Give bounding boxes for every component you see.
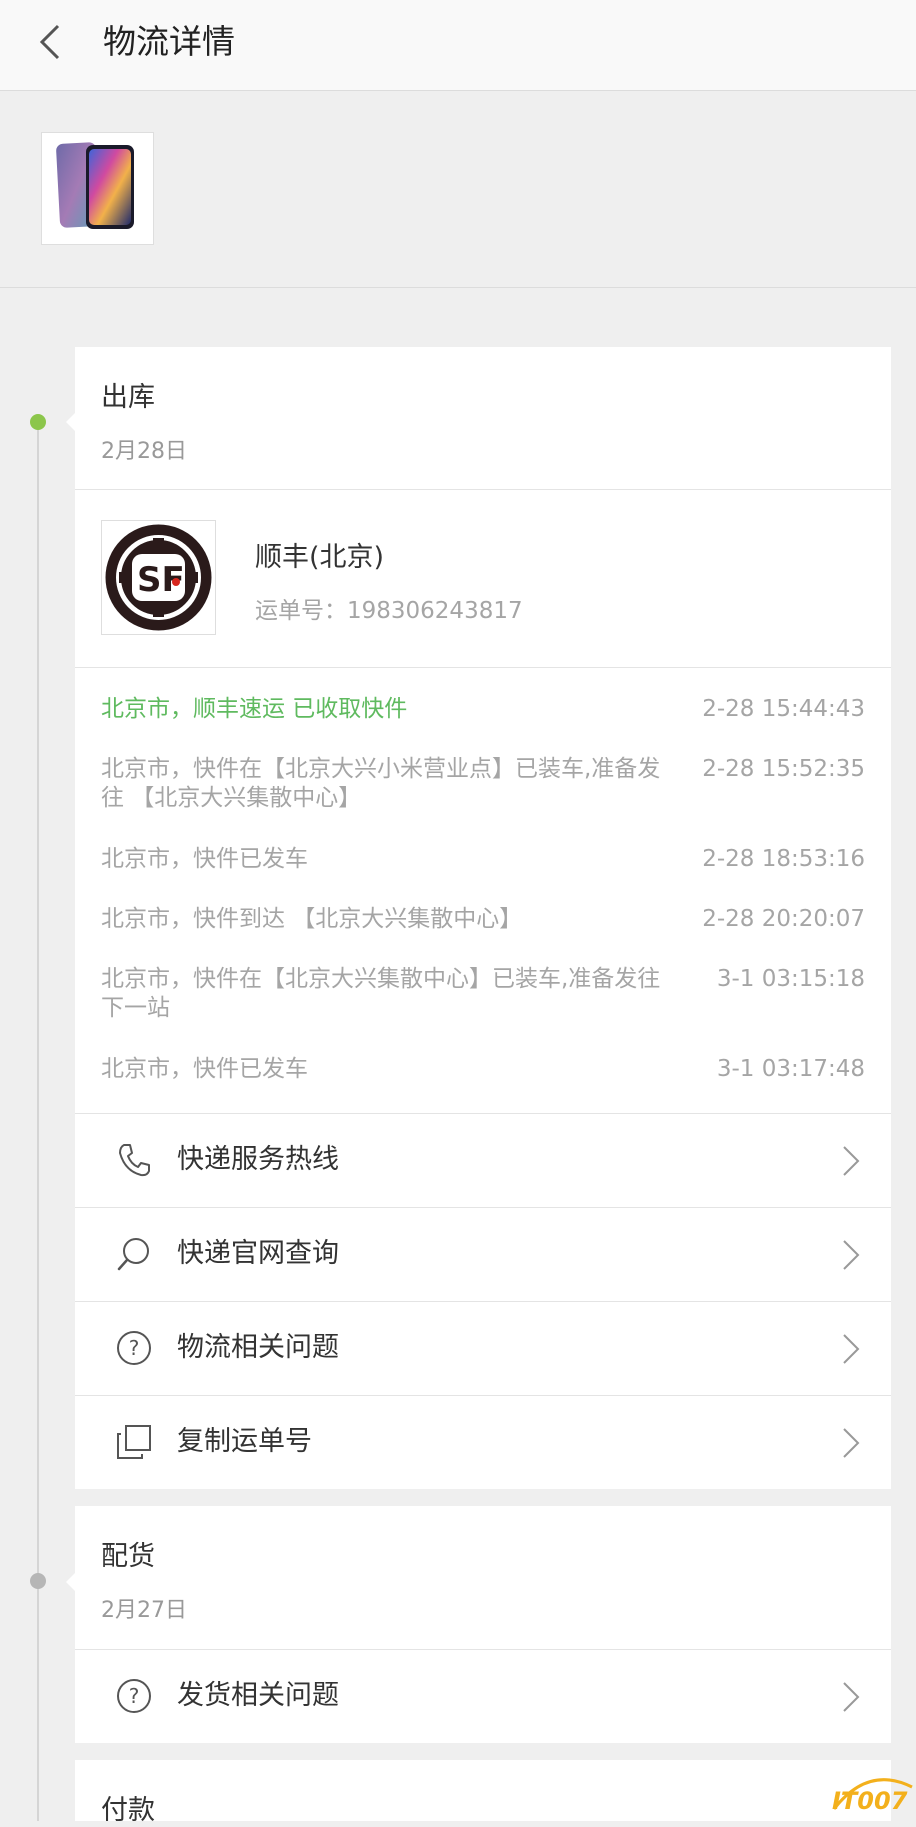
menu-label: 快递服务热线 <box>177 1144 339 1175</box>
menu-label: 快递官网查询 <box>177 1238 339 1269</box>
tracking-event-time: 2-28 15:44:43 <box>702 696 865 722</box>
page-title: 物流详情 <box>103 22 235 61</box>
chevron-left-icon <box>39 24 60 60</box>
tracking-event-text: 北京市，快件已发车 <box>101 1056 308 1082</box>
chevron-right-icon <box>843 1682 860 1712</box>
svg-text:?: ? <box>129 1336 140 1360</box>
timeline-line <box>37 420 39 1821</box>
stage-title: 配货 <box>101 1541 155 1572</box>
menu-row-copy-waybill[interactable]: 复制运单号 <box>75 1396 891 1489</box>
card-pointer <box>66 1572 76 1592</box>
divider <box>75 667 891 668</box>
menu-row-logistics-faq[interactable]: ? 物流相关问题 <box>75 1302 891 1395</box>
tracking-event-time: 3-1 03:17:48 <box>716 1056 865 1082</box>
tracking-event-time: 2-28 18:53:16 <box>702 846 865 872</box>
search-icon <box>117 1238 149 1271</box>
stage-card-outbound: 出库 2月28日 SF 顺丰(北京) 运单号：198306243817 北京市，… <box>66 347 891 1489</box>
phone-icon <box>119 1144 150 1177</box>
question-icon: ? <box>117 1331 151 1365</box>
card-pointer <box>66 412 76 432</box>
tracking-event-text: 北京市，快件在【北京大兴小米营业点】已装车,准备发往 【北京大兴集散中心】 <box>101 756 661 811</box>
divider <box>75 489 891 490</box>
question-icon: ? <box>117 1679 151 1713</box>
stage-card-payment: 付款 <box>75 1760 891 1826</box>
back-button[interactable] <box>30 20 74 64</box>
chevron-right-icon <box>843 1240 860 1270</box>
chevron-right-icon <box>843 1146 860 1176</box>
menu-row-website[interactable]: 快递官网查询 <box>75 1208 891 1301</box>
tracking-event-time: 2-28 20:20:07 <box>702 906 865 932</box>
menu-label: 物流相关问题 <box>177 1332 339 1363</box>
stage-date: 2月27日 <box>101 1598 187 1623</box>
sf-express-logo: SF <box>105 524 212 631</box>
tracking-event-time: 2-28 15:52:35 <box>702 756 865 782</box>
menu-label: 发货相关问题 <box>177 1680 339 1711</box>
chevron-right-icon <box>843 1334 860 1364</box>
stage-title: 出库 <box>101 382 155 413</box>
stage-card-picking: 配货 2月27日 ? 发货相关问题 <box>66 1506 891 1743</box>
svg-text:?: ? <box>129 1684 140 1708</box>
tracking-event-text: 北京市，快件在【北京大兴集散中心】已装车,准备发往下一站 <box>101 966 661 1021</box>
stage-title: 付款 <box>101 1795 155 1826</box>
menu-label: 复制运单号 <box>177 1426 312 1457</box>
carrier-name: 顺丰(北京) <box>255 542 385 573</box>
tracking-event-text: 北京市，快件已发车 <box>101 846 308 872</box>
product-thumbnail[interactable] <box>41 132 154 245</box>
product-strip <box>0 91 916 288</box>
timeline-dot <box>30 1573 46 1589</box>
menu-row-shipping-faq[interactable]: ? 发货相关问题 <box>75 1650 891 1743</box>
tracking-event-text: 北京市，顺丰速运 已收取快件 <box>101 696 408 722</box>
tracking-event-time: 3-1 03:15:18 <box>716 966 865 992</box>
carrier-logo: SF <box>101 520 216 635</box>
stage-date: 2月28日 <box>101 439 187 464</box>
tracking-event-text: 北京市，快件到达 【北京大兴集散中心】 <box>101 906 523 932</box>
timeline-dot-active <box>30 414 46 430</box>
watermark: IT007 <box>828 1769 916 1821</box>
copy-icon <box>117 1425 151 1459</box>
menu-row-hotline[interactable]: 快递服务热线 <box>75 1114 891 1207</box>
watermark-text: IT007 <box>832 1787 908 1815</box>
smartphone-image <box>56 142 134 229</box>
waybill-number: 运单号：198306243817 <box>255 598 523 624</box>
chevron-right-icon <box>843 1428 860 1458</box>
top-bar: 物流详情 <box>0 0 916 91</box>
